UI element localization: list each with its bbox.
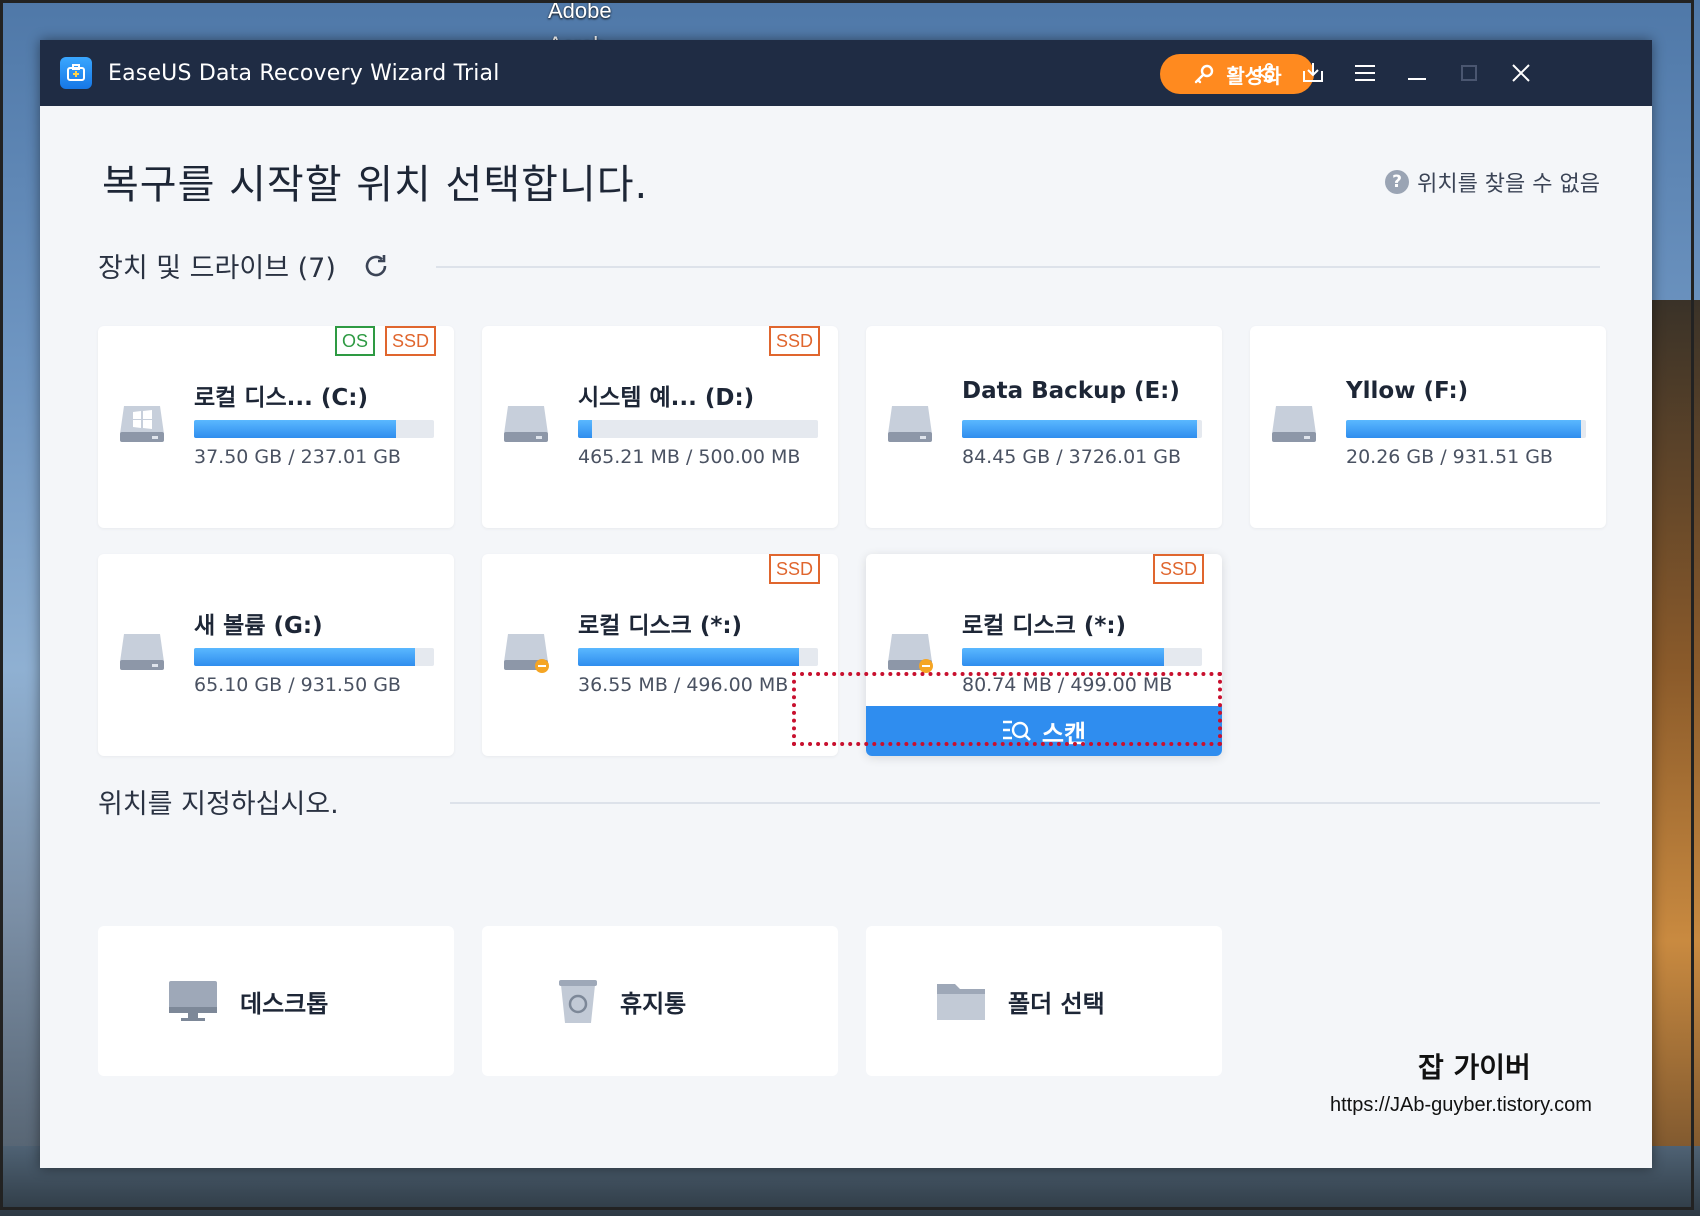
drive-size: 465.21 MB / 500.00 MB [578, 446, 801, 468]
drive-name: 로컬 디스크 (*:) [962, 613, 1127, 639]
drive-size: 36.55 MB / 496.00 MB [578, 674, 789, 696]
drive-usage-fill [1346, 420, 1582, 438]
drive-size: 65.10 GB / 931.50 GB [194, 674, 401, 696]
drive-badges: OS SSD [334, 326, 436, 356]
folder-icon [937, 984, 985, 1020]
location-recycle-bin[interactable]: 휴지통 [482, 926, 838, 1076]
drive-card[interactable]: SSD 시스템 예... (D:) 465.21 MB / 500.00 MB [482, 326, 838, 528]
ssd-badge: SSD [768, 326, 820, 356]
drive-name: 새 볼륨 (G:) [194, 613, 323, 639]
drive-badges: SSD [1152, 554, 1204, 584]
drive-badges: SSD [768, 326, 820, 356]
hard-drive-icon [502, 398, 550, 446]
drive-usage-fill [194, 420, 396, 438]
devices-divider [436, 266, 1600, 268]
recycle-bin-icon [559, 980, 597, 1023]
drive-usage-fill [962, 420, 1198, 438]
drive-size: 20.26 GB / 931.51 GB [1346, 446, 1553, 468]
drive-usage-bar [962, 648, 1202, 666]
devices-section-title: 장치 및 드라이브 (7) [98, 246, 390, 285]
watermark-title: 잡 가이버 [1418, 1051, 1531, 1084]
share-icon[interactable] [1248, 58, 1278, 88]
drive-card[interactable]: OS SSD 로컬 디스... (C:) 37.50 GB / 237.01 GB [98, 326, 454, 528]
hard-drive-icon [1270, 398, 1318, 446]
drive-usage-fill [578, 420, 593, 438]
location-desktop[interactable]: 데스크톱 [98, 926, 454, 1076]
drive-badges: SSD [768, 554, 820, 584]
drive-usage-bar [578, 648, 818, 666]
monitor-icon [169, 981, 217, 1021]
key-icon [1195, 64, 1214, 84]
drive-name: Yllow (F:) [1346, 378, 1469, 404]
drive-usage-fill [962, 648, 1164, 666]
drive-warning-icon [502, 626, 550, 674]
ssd-badge: SSD [768, 554, 820, 584]
watermark-url: https://JAb-guyber.tistory.com [1330, 1094, 1592, 1116]
locations-section-title: 위치를 지정하십시오. [98, 789, 339, 820]
menu-icon[interactable] [1350, 58, 1380, 88]
minimize-icon[interactable] [1402, 58, 1432, 88]
title-bar: EaseUS Data Recovery Wizard Trial 활성화 [40, 40, 1652, 106]
drive-usage-bar [194, 420, 434, 438]
activate-button[interactable]: 활성화 [1160, 54, 1314, 94]
refresh-icon[interactable] [362, 252, 390, 280]
location-select-folder[interactable]: 폴더 선택 [866, 926, 1222, 1076]
hard-drive-icon [118, 626, 166, 674]
help-icon: ? [1385, 170, 1410, 194]
scan-highlight-annotation [792, 672, 1222, 746]
drive-name: 시스템 예... (D:) [578, 385, 755, 411]
drive-card[interactable]: 새 볼륨 (G:) 65.10 GB / 931.50 GB [98, 554, 454, 756]
windows-drive-icon [118, 398, 166, 446]
drive-card[interactable]: SSD 로컬 디스크 (*:) 36.55 MB / 496.00 MB [482, 554, 838, 756]
os-badge: OS [334, 326, 375, 356]
hard-drive-icon [886, 398, 934, 446]
drive-card[interactable]: Yllow (F:) 20.26 GB / 931.51 GB [1250, 326, 1606, 528]
drive-usage-bar [194, 648, 434, 666]
drive-usage-fill [578, 648, 799, 666]
drive-name: 로컬 디스... (C:) [194, 385, 368, 411]
drive-name: Data Backup (E:) [962, 378, 1180, 404]
window-title: EaseUS Data Recovery Wizard Trial [108, 60, 500, 86]
app-window: EaseUS Data Recovery Wizard Trial 활성화 복구… [40, 40, 1652, 1168]
page-title: 복구를 시작할 위치 선택합니다. [102, 162, 649, 208]
drive-usage-bar [1346, 420, 1586, 438]
ssd-badge: SSD [384, 326, 436, 356]
maximize-icon[interactable] [1454, 58, 1484, 88]
ssd-badge: SSD [1152, 554, 1204, 584]
close-icon[interactable] [1506, 58, 1536, 88]
download-icon[interactable] [1298, 58, 1328, 88]
drive-size: 84.45 GB / 3726.01 GB [962, 446, 1182, 468]
drive-card[interactable]: Data Backup (E:) 84.45 GB / 3726.01 GB [866, 326, 1222, 528]
drive-usage-bar [578, 420, 818, 438]
app-logo-icon [60, 57, 92, 89]
drive-size: 37.50 GB / 237.01 GB [194, 446, 401, 468]
cannot-find-location-link[interactable]: ? 위치를 찾을 수 없음 [1385, 166, 1600, 198]
drive-warning-icon [886, 626, 934, 674]
locations-divider [450, 802, 1600, 804]
drive-usage-bar [962, 420, 1202, 438]
drive-name: 로컬 디스크 (*:) [578, 613, 743, 639]
drive-usage-fill [194, 648, 415, 666]
